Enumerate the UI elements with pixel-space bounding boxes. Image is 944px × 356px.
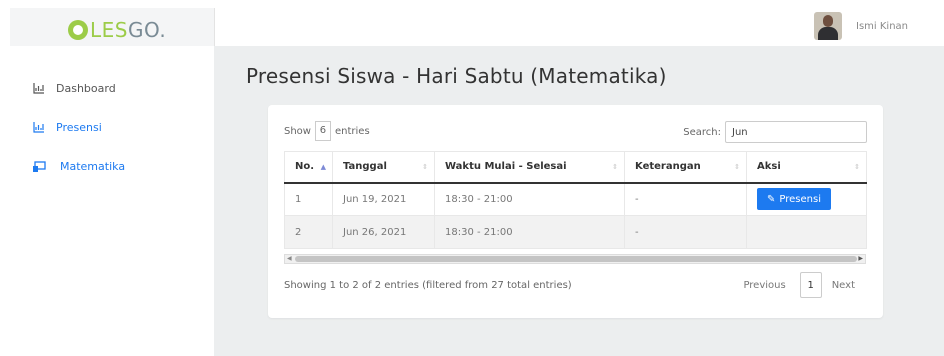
column-header-aksi[interactable]: Aksi ⇕: [746, 151, 867, 184]
cell-no: 2: [284, 215, 333, 249]
chart-icon: [32, 122, 46, 134]
sort-asc-icon: ▲: [320, 163, 326, 171]
table-info: Showing 1 to 2 of 2 entries (filtered fr…: [284, 280, 572, 291]
sidebar: LESGO. Dashboard Presensi Matematika: [0, 0, 214, 356]
cell-keterangan: -: [624, 215, 747, 249]
logo-text: LESGO.: [90, 18, 167, 42]
cell-aksi: ✎ Presensi: [746, 182, 867, 216]
search-label: Search:: [683, 126, 721, 138]
cell-aksi: [746, 215, 867, 249]
page-title: Presensi Siswa - Hari Sabtu (Matematika): [246, 64, 667, 88]
attendance-table: No. ▲ Tanggal ⇕ Waktu Mulai - Selesai ⇕ Ket…: [284, 151, 867, 249]
table-card: Show 6 entries Search: Jun No. ▲ Tanggal ⇕…: [268, 105, 883, 318]
sidebar-item-label: Presensi: [56, 121, 102, 134]
next-button[interactable]: Next: [832, 280, 855, 291]
sidebar-item-label: Matematika: [60, 160, 126, 173]
sort-icon: ⇕: [734, 163, 740, 171]
pagination: Previous 1 Next: [743, 272, 855, 298]
cell-waktu: 18:30 - 21:00: [434, 215, 625, 249]
sort-icon: ⇕: [854, 163, 860, 171]
edit-icon: ✎: [767, 193, 776, 205]
screen-icon: [32, 160, 46, 173]
cell-tanggal: Jun 26, 2021: [332, 215, 435, 249]
search-input[interactable]: Jun: [725, 121, 867, 143]
user-menu[interactable]: Ismi Kinan: [814, 12, 908, 40]
logo-bar: LESGO.: [10, 8, 214, 46]
sort-icon: ⇕: [612, 163, 618, 171]
chart-icon: [32, 83, 46, 95]
avatar: [814, 12, 842, 40]
user-name: Ismi Kinan: [856, 20, 908, 32]
sort-icon: ⇕: [422, 163, 428, 171]
cell-no: 1: [284, 182, 333, 216]
page-1-button[interactable]: 1: [799, 272, 822, 298]
logo[interactable]: LESGO.: [68, 18, 166, 42]
search-control: Search: Jun: [683, 121, 867, 143]
column-header-tanggal[interactable]: Tanggal ⇕: [332, 151, 435, 184]
table-row: 2 Jun 26, 2021 18:30 - 21:00 -: [284, 215, 867, 249]
entries-length-control: Show 6 entries: [284, 121, 370, 141]
scroll-right-icon[interactable]: ▶: [858, 255, 863, 263]
column-header-no[interactable]: No. ▲: [284, 151, 333, 184]
cell-keterangan: -: [624, 182, 747, 216]
column-header-waktu[interactable]: Waktu Mulai - Selesai ⇕: [434, 151, 625, 184]
presensi-button[interactable]: ✎ Presensi: [757, 188, 831, 211]
sidebar-item-label: Dashboard: [56, 82, 116, 95]
table-row: 1 Jun 19, 2021 18:30 - 21:00 - ✎ Presens…: [284, 182, 867, 216]
horizontal-scrollbar[interactable]: ◀ ▶: [284, 254, 866, 264]
table-header-row: No. ▲ Tanggal ⇕ Waktu Mulai - Selesai ⇕ Ket…: [284, 151, 867, 184]
sidebar-item-matematika[interactable]: Matematika: [32, 160, 125, 173]
cell-waktu: 18:30 - 21:00: [434, 182, 625, 216]
scrollbar-thumb[interactable]: [295, 256, 857, 262]
cell-tanggal: Jun 19, 2021: [332, 182, 435, 216]
scroll-left-icon[interactable]: ◀: [287, 255, 292, 263]
previous-button[interactable]: Previous: [743, 280, 785, 291]
sidebar-item-dashboard[interactable]: Dashboard: [32, 82, 116, 95]
sidebar-item-presensi[interactable]: Presensi: [32, 121, 102, 134]
column-header-keterangan[interactable]: Keterangan ⇕: [624, 151, 747, 184]
entries-select[interactable]: 6: [314, 121, 331, 141]
top-navbar: Ismi Kinan: [214, 8, 944, 46]
logo-icon: [68, 20, 88, 40]
